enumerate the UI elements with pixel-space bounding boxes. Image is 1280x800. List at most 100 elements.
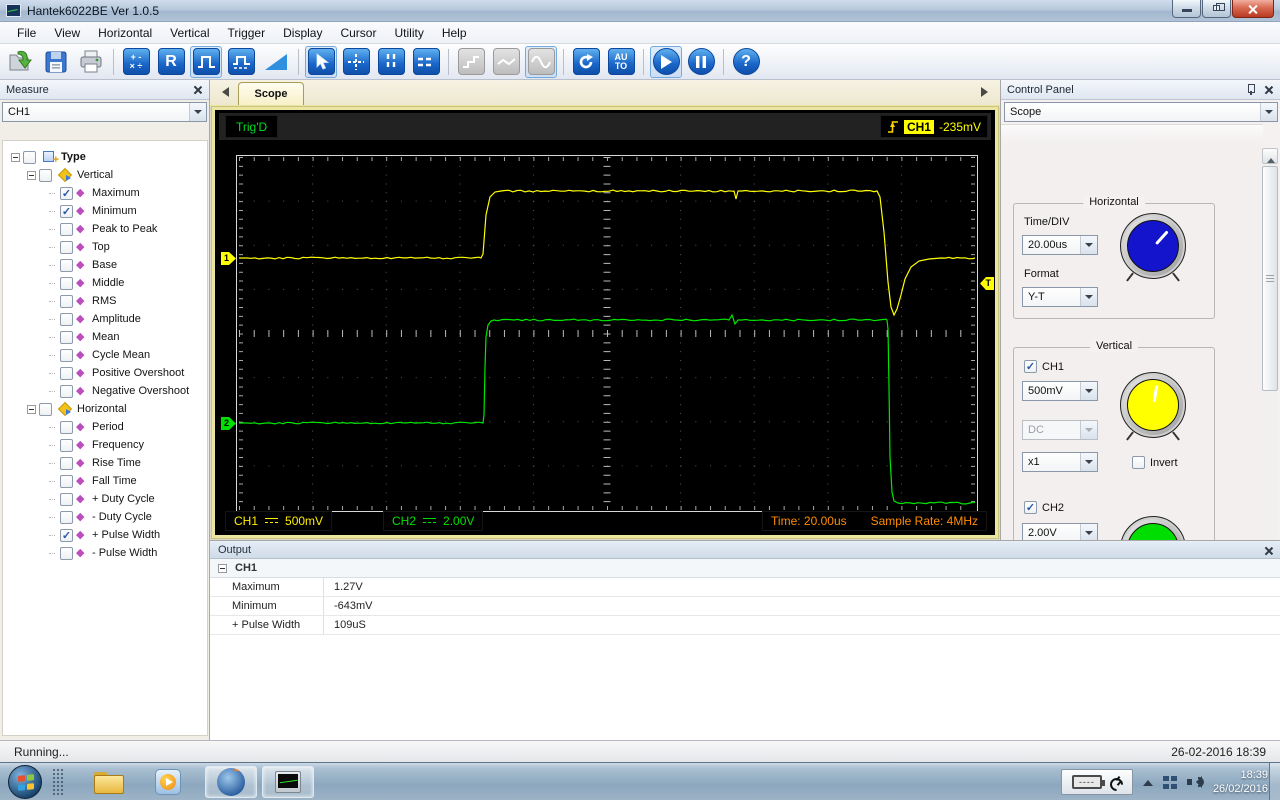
pause-button[interactable] <box>685 46 717 78</box>
tab-scroll-right-icon[interactable] <box>981 87 993 97</box>
pulse-measure-button[interactable] <box>225 46 257 78</box>
menu-cursor[interactable]: Cursor <box>331 23 385 43</box>
close-button[interactable] <box>1232 0 1274 18</box>
measure-item-mean[interactable]: Mean <box>3 328 207 346</box>
taskbar-item-oscilloscope[interactable] <box>262 766 314 798</box>
taskbar-item-firefox[interactable] <box>205 766 257 798</box>
menu-utility[interactable]: Utility <box>385 23 432 43</box>
ch2-position-knob[interactable] <box>1120 516 1186 540</box>
title-bar[interactable]: Hantek6022BE Ver 1.0.5 <box>0 0 1280 22</box>
autoset-button[interactable]: AU TO <box>605 46 637 78</box>
measure-item-cycle-mean[interactable]: Cycle Mean <box>3 346 207 364</box>
measure-item-frequency[interactable]: Frequency <box>3 436 207 454</box>
close-icon[interactable] <box>1262 83 1275 96</box>
checkbox[interactable] <box>60 421 73 434</box>
scroll-up-icon[interactable] <box>1262 148 1278 164</box>
collapse-icon[interactable] <box>27 171 36 180</box>
trigger-level-marker[interactable]: T <box>980 277 994 290</box>
menu-vertical[interactable]: Vertical <box>161 23 218 43</box>
show-hidden-icons-chevron[interactable] <box>1143 775 1153 786</box>
ch2-scale-select[interactable]: 2.00V <box>1022 523 1098 540</box>
checkbox[interactable] <box>39 403 52 416</box>
checkbox[interactable]: ✓ <box>60 205 73 218</box>
minimize-button[interactable] <box>1172 0 1201 18</box>
horizontal-cursor-button[interactable] <box>410 46 442 78</box>
measure-item-amplitude[interactable]: Amplitude <box>3 310 207 328</box>
ch1-scale-select[interactable]: 500mV <box>1022 381 1098 401</box>
measure-channel-select[interactable]: CH1 <box>2 102 207 122</box>
measure-item-rise-time[interactable]: Rise Time <box>3 454 207 472</box>
save-button[interactable] <box>40 46 72 78</box>
measure-item-pos-duty-cycle[interactable]: + Duty Cycle <box>3 490 207 508</box>
checkbox[interactable] <box>60 259 73 272</box>
format-select[interactable]: Y-T <box>1022 287 1098 307</box>
checkbox[interactable] <box>23 151 36 164</box>
checkbox[interactable] <box>1132 456 1145 469</box>
collapse-icon[interactable] <box>11 153 20 162</box>
checkbox[interactable] <box>60 457 73 470</box>
menu-display[interactable]: Display <box>274 23 331 43</box>
checkbox[interactable] <box>60 439 73 452</box>
refresh-button[interactable] <box>570 46 602 78</box>
vertical-cursor-button[interactable] <box>375 46 407 78</box>
taskbar-item-media-player[interactable] <box>148 766 188 798</box>
checkbox[interactable] <box>60 223 73 236</box>
checkbox[interactable] <box>60 475 73 488</box>
measure-item-negative-overshoot[interactable]: Negative Overshoot <box>3 382 207 400</box>
ch2-position-marker[interactable]: 2 <box>221 417 236 430</box>
measure-item-period[interactable]: Period <box>3 418 207 436</box>
tab-scope[interactable]: Scope <box>238 82 304 105</box>
print-button[interactable] <box>75 46 107 78</box>
checkbox[interactable] <box>60 241 73 254</box>
measure-item-peak-to-peak[interactable]: Peak to Peak <box>3 220 207 238</box>
close-icon[interactable] <box>191 83 204 96</box>
measure-item-pos-pulse-width[interactable]: ✓+ Pulse Width <box>3 526 207 544</box>
close-icon[interactable] <box>1262 544 1275 557</box>
taskbar-item-explorer[interactable] <box>88 766 128 798</box>
scope-display[interactable] <box>236 155 978 512</box>
time-div-select[interactable]: 20.00us <box>1022 235 1098 255</box>
action-center-flag-icon[interactable] <box>1163 776 1177 789</box>
battery-indicator[interactable]: ---- <box>1061 769 1133 795</box>
checkbox[interactable]: ✓ <box>1024 501 1037 514</box>
linear-interpolation-button[interactable] <box>490 46 522 78</box>
checkbox[interactable] <box>60 385 73 398</box>
tree-node-type[interactable]: Type <box>3 148 207 166</box>
collapse-icon[interactable] <box>27 405 36 414</box>
measure-item-neg-pulse-width[interactable]: - Pulse Width <box>3 544 207 562</box>
checkbox[interactable] <box>39 169 52 182</box>
measure-item-base[interactable]: Base <box>3 256 207 274</box>
math-button[interactable]: + - × ÷ <box>120 46 152 78</box>
measure-item-neg-duty-cycle[interactable]: - Duty Cycle <box>3 508 207 526</box>
checkbox[interactable]: ✓ <box>60 529 73 542</box>
ch1-probe-select[interactable]: x1 <box>1022 452 1098 472</box>
measure-item-maximum[interactable]: ✓Maximum <box>3 184 207 202</box>
ramp-button[interactable] <box>260 46 292 78</box>
ch1-position-marker[interactable]: 1 <box>221 252 236 265</box>
sine-interpolation-button[interactable] <box>525 46 557 78</box>
cross-cursor-button[interactable] <box>340 46 372 78</box>
restore-button[interactable] <box>1202 0 1231 18</box>
measure-item-rms[interactable]: RMS <box>3 292 207 310</box>
checkbox[interactable]: ✓ <box>60 187 73 200</box>
checkbox[interactable] <box>60 349 73 362</box>
ch2-enable-checkbox[interactable]: ✓ CH2 <box>1024 501 1064 514</box>
menu-file[interactable]: File <box>8 23 45 43</box>
checkbox[interactable] <box>60 313 73 326</box>
menu-view[interactable]: View <box>45 23 89 43</box>
checkbox[interactable] <box>60 367 73 380</box>
show-desktop-button[interactable] <box>1269 763 1280 800</box>
tree-node-vertical[interactable]: Vertical <box>3 166 207 184</box>
pin-icon[interactable] <box>1246 84 1256 95</box>
menu-horizontal[interactable]: Horizontal <box>89 23 161 43</box>
measure-item-minimum[interactable]: ✓Minimum <box>3 202 207 220</box>
scrollbar-thumb[interactable] <box>1262 166 1278 391</box>
control-mode-select[interactable]: Scope <box>1004 102 1278 122</box>
menu-help[interactable]: Help <box>433 23 476 43</box>
checkbox[interactable] <box>60 547 73 560</box>
ch1-position-knob[interactable] <box>1120 372 1186 438</box>
collapse-icon[interactable] <box>218 564 227 573</box>
start-button[interactable] <box>650 46 682 78</box>
checkbox[interactable] <box>60 295 73 308</box>
measure-item-top[interactable]: Top <box>3 238 207 256</box>
